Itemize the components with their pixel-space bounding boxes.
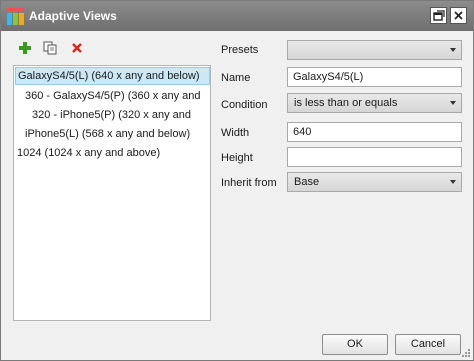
width-field[interactable]: 640: [287, 122, 462, 142]
presets-select[interactable]: [287, 40, 462, 60]
list-item[interactable]: 320 - iPhone5(P) (320 x any and: [32, 106, 191, 124]
window-title: Adaptive Views: [29, 9, 117, 23]
adaptive-views-dialog: Adaptive Views GalaxyS4/5(L) (640 x any …: [0, 0, 474, 361]
app-icon: [7, 8, 24, 25]
presets-label: Presets: [221, 44, 259, 56]
plus-icon: [19, 42, 31, 54]
restore-icon: [433, 10, 445, 21]
condition-value: is less than or equals: [294, 97, 398, 109]
views-list[interactable]: GalaxyS4/5(L) (640 x any and below) 360 …: [13, 65, 211, 321]
copy-icon: [43, 41, 57, 55]
inherit-label: Inherit from: [221, 177, 277, 189]
name-field[interactable]: GalaxyS4/5(L): [287, 67, 462, 87]
delete-view-button[interactable]: [70, 41, 84, 55]
close-icon: [454, 11, 463, 20]
height-label: Height: [221, 152, 253, 164]
inherit-value: Base: [294, 176, 320, 188]
close-button[interactable]: [450, 7, 467, 24]
restore-button[interactable]: [430, 7, 447, 24]
height-field[interactable]: [287, 147, 462, 167]
delete-icon: [72, 43, 82, 53]
list-item[interactable]: 360 - GalaxyS4/5(P) (360 x any and: [25, 87, 200, 105]
width-label: Width: [221, 127, 250, 139]
duplicate-view-button[interactable]: [43, 41, 57, 55]
ok-button[interactable]: OK: [322, 334, 388, 355]
list-item[interactable]: 1024 (1024 x any and above): [17, 144, 160, 162]
chevron-down-icon: [450, 48, 456, 52]
chevron-down-icon: [450, 101, 456, 105]
resize-grip-icon[interactable]: [462, 349, 471, 358]
inherit-select[interactable]: Base: [287, 172, 462, 192]
title-bar[interactable]: Adaptive Views: [1, 1, 473, 31]
list-item[interactable]: iPhone5(L) (568 x any and below): [25, 125, 190, 143]
cancel-button[interactable]: Cancel: [395, 334, 461, 355]
list-item[interactable]: GalaxyS4/5(L) (640 x any and below): [15, 67, 210, 85]
name-label: Name: [221, 72, 251, 84]
condition-label: Condition: [221, 99, 268, 111]
condition-select[interactable]: is less than or equals: [287, 93, 462, 113]
chevron-down-icon: [450, 180, 456, 184]
add-view-button[interactable]: [18, 41, 32, 55]
